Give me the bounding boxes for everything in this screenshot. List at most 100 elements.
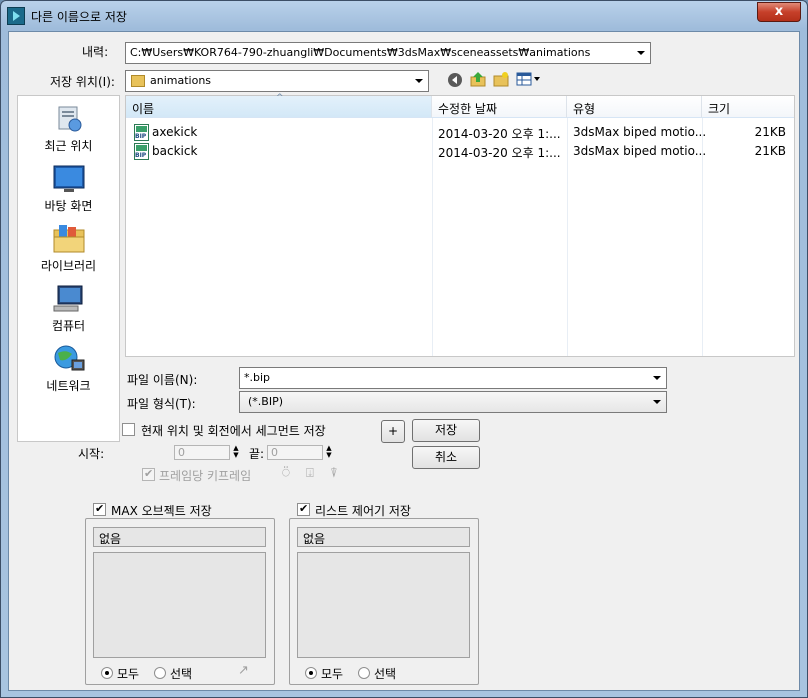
max-objects-list[interactable]: [93, 552, 266, 658]
cancel-button[interactable]: 취소: [412, 446, 480, 469]
place-libraries-label: 라이브러리: [40, 259, 97, 273]
history-combo[interactable]: C:₩Users₩KOR764-790-zhuangli₩Documents₩3…: [125, 42, 651, 64]
save-segment-label: 현재 위치 및 회전에서 세그먼트 저장: [141, 424, 326, 438]
list-controllers-all-label: 모두: [321, 667, 344, 681]
list-controllers-all-radio[interactable]: [305, 667, 317, 679]
location-combo[interactable]: animations: [125, 70, 429, 92]
filename-value: *.bip: [244, 371, 271, 384]
file-row[interactable]: backick 2014-03-20 오후 1:... 3dsMax biped…: [126, 142, 794, 161]
list-controllers-list-header: 없음: [297, 527, 470, 547]
start-label: 시작:: [78, 447, 105, 461]
end-label: 끝:: [249, 447, 265, 461]
place-recent-label: 최근 위치: [44, 139, 93, 153]
file-size: 21KB: [754, 144, 786, 158]
filename-label: 파일 이름(N):: [127, 373, 198, 387]
place-network[interactable]: 네트워크: [18, 344, 119, 394]
start-spinner[interactable]: 0: [174, 445, 230, 460]
spinner-arrows-icon[interactable]: ▲ ▼: [231, 445, 241, 460]
places-bar: 최근 위치 바탕 화면 라이브러리 컴퓨터 네트워크: [17, 95, 120, 442]
place-computer[interactable]: 컴퓨터: [18, 284, 119, 334]
network-icon: [52, 344, 86, 374]
key-range-icon[interactable]: ⍗: [306, 466, 314, 481]
view-menu-icon[interactable]: [516, 71, 542, 87]
place-libraries[interactable]: 라이브러리: [18, 224, 119, 274]
window-title: 다른 이름으로 저장: [31, 10, 127, 24]
file-type: 3dsMax biped motio...: [573, 144, 707, 158]
save-button[interactable]: 저장: [412, 419, 480, 442]
key-filter-icon[interactable]: ⍒: [330, 466, 338, 481]
max-objects-list-header: 없음: [93, 527, 266, 547]
close-button[interactable]: x: [757, 2, 801, 22]
file-row[interactable]: axekick 2014-03-20 오후 1:... 3dsMax biped…: [126, 123, 794, 142]
computer-icon: [52, 284, 86, 314]
3dsmax-app-icon: [7, 7, 25, 25]
history-value: C:₩Users₩KOR764-790-zhuangli₩Documents₩3…: [130, 46, 591, 59]
location-value: animations: [150, 74, 212, 87]
chevron-down-icon: [653, 376, 661, 380]
place-desktop-label: 바탕 화면: [44, 199, 93, 213]
up-folder-icon[interactable]: [470, 71, 486, 87]
save-list-controllers-checkbox[interactable]: [297, 502, 310, 516]
recent-places-icon: [52, 104, 86, 134]
save-max-objects-checkbox[interactable]: [93, 502, 106, 516]
location-label: 저장 위치(I):: [50, 75, 115, 89]
column-size-header[interactable]: 크기: [702, 96, 794, 118]
list-controllers-list[interactable]: [297, 552, 470, 658]
place-network-label: 네트워크: [46, 379, 91, 393]
max-objects-select-radio[interactable]: [154, 667, 166, 679]
libraries-icon: [52, 224, 86, 254]
max-objects-all-radio[interactable]: [101, 667, 113, 679]
place-recent[interactable]: 최근 위치: [18, 104, 119, 154]
place-desktop[interactable]: 바탕 화면: [18, 164, 119, 214]
history-label: 내력:: [82, 45, 109, 59]
column-date-label: 수정한 날짜: [438, 102, 498, 116]
file-size: 21KB: [754, 125, 786, 139]
max-objects-group: 없음 모두 선택 ↗: [85, 518, 275, 685]
per-frame-key-label: 프레임당 키프레임: [159, 469, 252, 483]
file-date: 2014-03-20 오후 1:...: [438, 127, 561, 141]
new-folder-icon[interactable]: [493, 71, 509, 87]
pick-arrow-icon[interactable]: ↗: [238, 663, 249, 678]
bip-file-icon: [134, 124, 149, 141]
place-computer-label: 컴퓨터: [51, 319, 86, 333]
title-bar[interactable]: 다른 이름으로 저장 x: [1, 1, 807, 31]
list-controllers-select-radio[interactable]: [358, 667, 370, 679]
column-name-label: 이름: [132, 102, 155, 116]
list-controllers-group: 없음 모두 선택: [289, 518, 479, 685]
save-segment-checkbox[interactable]: [122, 423, 135, 436]
column-name-header[interactable]: 이름 ^: [126, 93, 432, 118]
column-date-header[interactable]: 수정한 날짜: [432, 96, 567, 118]
max-objects-all-label: 모두: [117, 667, 140, 681]
per-frame-key-checkbox[interactable]: [142, 467, 155, 481]
file-date: 2014-03-20 오후 1:...: [438, 146, 561, 160]
save-as-dialog: 다른 이름으로 저장 x 내력: C:₩Users₩KOR764-790-zhu…: [0, 0, 808, 698]
column-type-header[interactable]: 유형: [567, 96, 702, 118]
filename-input[interactable]: *.bip: [239, 367, 667, 389]
desktop-icon: [52, 164, 86, 194]
chevron-down-icon: [415, 79, 423, 83]
folder-icon: [131, 75, 145, 87]
chevron-down-icon: [653, 400, 661, 404]
dialog-client-area: 내력: C:₩Users₩KOR764-790-zhuangli₩Documen…: [8, 31, 800, 691]
max-objects-select-label: 선택: [170, 667, 193, 681]
file-name: axekick: [152, 125, 198, 139]
file-type: 3dsMax biped motio...: [573, 125, 707, 139]
column-type-label: 유형: [573, 102, 596, 116]
save-list-controllers-label: 리스트 제어기 저장: [315, 504, 411, 518]
filetype-label: 파일 형식(T):: [127, 397, 196, 411]
spinner-arrows-icon[interactable]: ▲ ▼: [324, 445, 334, 460]
file-name: backick: [152, 144, 198, 158]
back-icon[interactable]: [447, 72, 463, 88]
save-max-objects-label: MAX 오브젝트 저장: [111, 504, 212, 518]
column-size-label: 크기: [708, 102, 731, 116]
end-spinner[interactable]: 0: [267, 445, 323, 460]
file-list: 이름 ^ 수정한 날짜 유형 크기 axekick 2014-03-20 오후 …: [125, 93, 795, 357]
filetype-value: (*.BIP): [248, 395, 284, 408]
sort-ascending-icon: ^: [276, 93, 284, 103]
list-controllers-select-label: 선택: [374, 667, 397, 681]
bip-file-icon: [134, 143, 149, 160]
chevron-down-icon: [637, 51, 645, 55]
add-button[interactable]: +: [381, 420, 405, 443]
key-tool-icon[interactable]: ⍥: [282, 466, 290, 481]
filetype-select[interactable]: (*.BIP): [239, 391, 667, 413]
